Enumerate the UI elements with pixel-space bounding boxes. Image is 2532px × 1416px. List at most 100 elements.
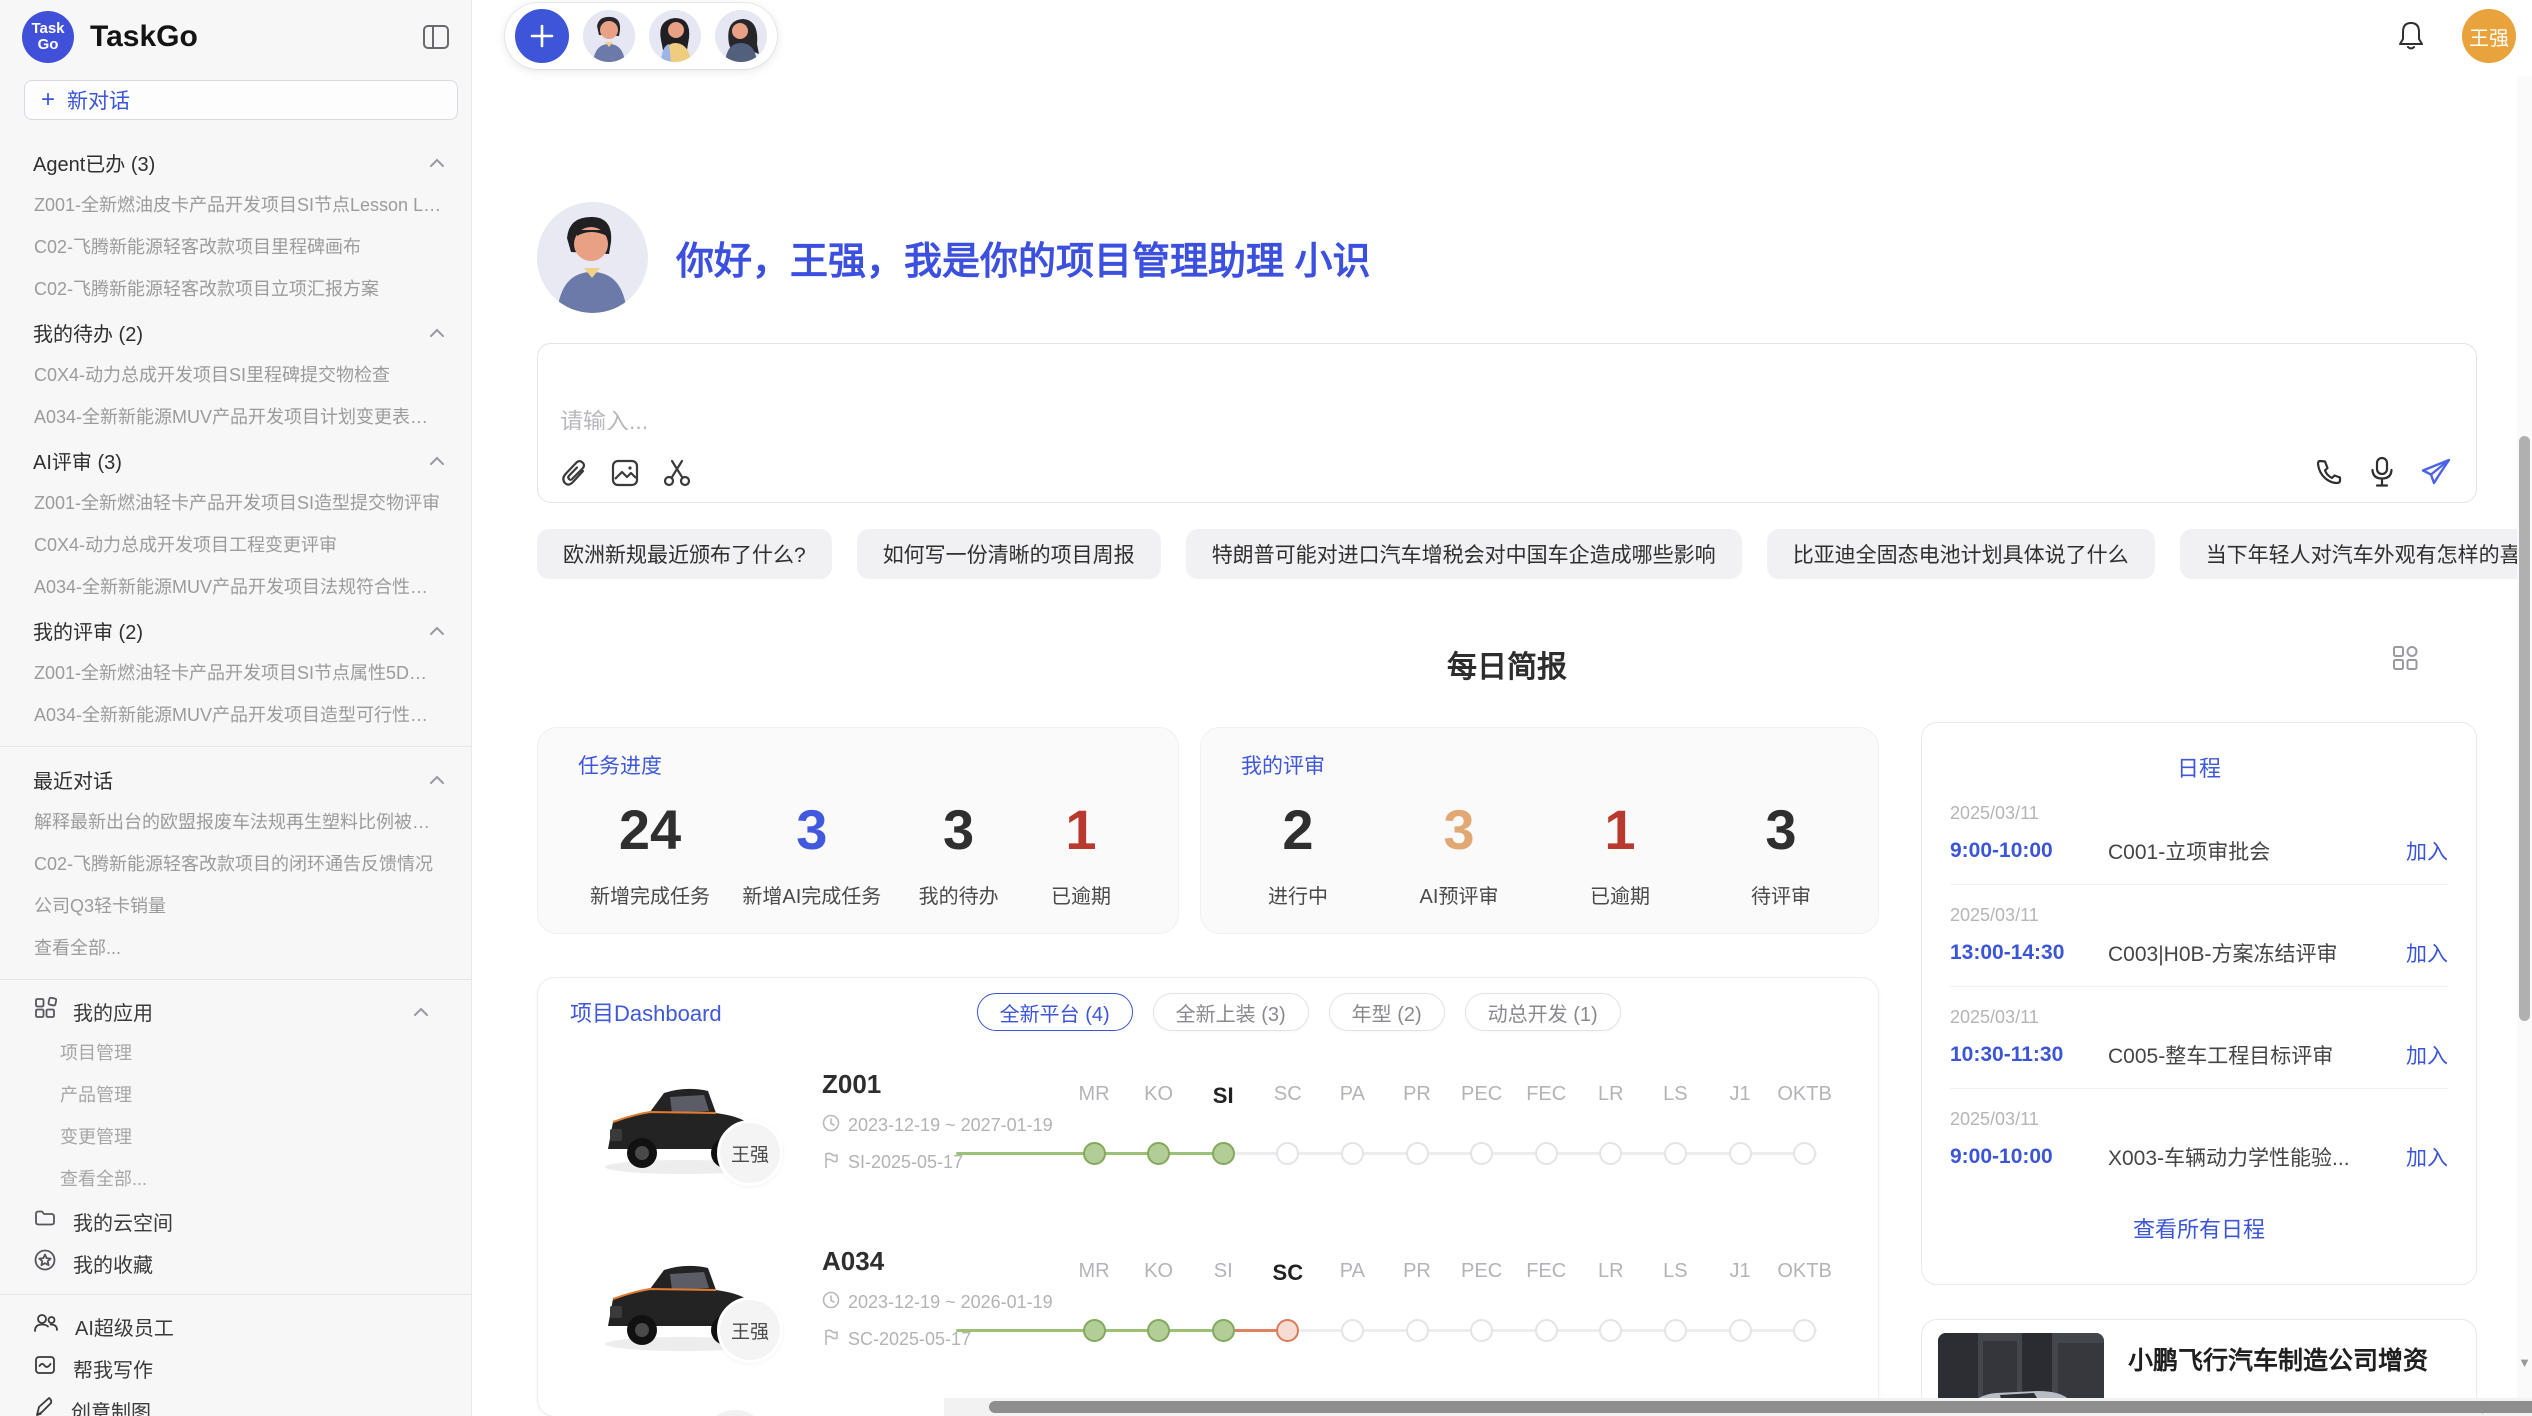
sidebar-tool-item[interactable]: 帮我写作 — [0, 1347, 471, 1389]
sidebar-task-item[interactable]: C0X4-动力总成开发项目工程变更评审 — [0, 524, 471, 566]
sidebar-tool-item[interactable]: AI超级员工 — [0, 1305, 471, 1347]
milestone-node[interactable] — [1083, 1142, 1106, 1165]
chevron-up-icon[interactable] — [429, 619, 445, 642]
microphone-icon[interactable] — [2370, 456, 2394, 488]
stat-value: 1 — [1036, 794, 1126, 866]
sidebar-task-item[interactable]: C0X4-动力总成开发项目SI里程碑提交物检查 — [0, 354, 471, 396]
sidebar-task-item[interactable]: C02-飞腾新能源轻客改款项目里程碑画布 — [0, 226, 471, 268]
sidebar-section-header[interactable]: 我的评审 (2) — [0, 608, 471, 652]
suggestion-chip[interactable]: 当下年轻人对汽车外观有怎样的喜好趋势 — [2180, 529, 2532, 579]
sidebar-section-header[interactable]: 我的待办 (2) — [0, 310, 471, 354]
sidebar-app-item[interactable]: 项目管理 — [0, 1032, 471, 1074]
milestone-node[interactable] — [1470, 1142, 1493, 1165]
schedule-join-link[interactable]: 加入 — [2406, 836, 2448, 866]
image-icon[interactable] — [610, 458, 640, 488]
project-filter-tab[interactable]: 年型 (2) — [1329, 993, 1445, 1031]
send-icon[interactable] — [2420, 457, 2452, 487]
milestone-node[interactable] — [1793, 1319, 1816, 1342]
schedule-join-link[interactable]: 加入 — [2406, 938, 2448, 968]
scroll-down-arrow-icon[interactable]: ▼ — [2518, 1355, 2531, 1370]
scissors-icon[interactable] — [662, 458, 692, 488]
scroll-right-arrow-icon[interactable]: ▶ — [2482, 1400, 2492, 1416]
view-all-schedule-link[interactable]: 查看所有日程 — [1950, 1212, 2448, 1244]
sidebar-tool-item[interactable]: 创意制图 — [0, 1389, 471, 1416]
sidebar-item-cloud-folder[interactable]: 我的云空间 — [0, 1200, 471, 1242]
new-session-button[interactable] — [515, 9, 569, 63]
layout-grid-icon[interactable] — [2391, 644, 2419, 677]
schedule-join-link[interactable]: 加入 — [2406, 1040, 2448, 1070]
project-filter-tab[interactable]: 全新上装 (3) — [1153, 993, 1309, 1031]
sidebar-task-item[interactable]: C02-飞腾新能源轻客改款项目立项汇报方案 — [0, 268, 471, 310]
attach-icon[interactable] — [560, 458, 588, 488]
suggestion-chip[interactable]: 如何写一份清晰的项目周报 — [857, 529, 1161, 579]
milestone-node[interactable] — [1341, 1319, 1364, 1342]
stat-value: 24 — [590, 794, 710, 866]
milestone-node[interactable] — [1535, 1319, 1558, 1342]
sidebar-section-header[interactable]: AI评审 (3) — [0, 438, 471, 482]
sidebar-item-my-apps[interactable]: 我的应用 — [0, 990, 471, 1032]
milestone-node[interactable] — [1406, 1142, 1429, 1165]
greeting-text: 你好，王强，我是你的项目管理助理 小识 — [676, 230, 1371, 285]
project-filter-tab[interactable]: 动总开发 (1) — [1465, 993, 1621, 1031]
milestone-node[interactable] — [1147, 1319, 1170, 1342]
sidebar-recent-item[interactable]: 公司Q3轻卡销量 — [0, 885, 471, 927]
user-avatar[interactable]: 王强 — [2462, 9, 2516, 63]
milestone-node[interactable] — [1341, 1142, 1364, 1165]
sidebar-item-star-badge[interactable]: 我的收藏 — [0, 1242, 471, 1284]
vertical-scrollbar[interactable]: ▼ — [2517, 76, 2532, 1398]
chevron-up-icon[interactable] — [429, 151, 445, 174]
suggestion-chip[interactable]: 欧洲新规最近颁布了什么? — [537, 529, 832, 579]
phone-call-icon[interactable] — [2314, 457, 2344, 487]
milestone-node[interactable] — [1406, 1319, 1429, 1342]
milestone-node[interactable] — [1729, 1319, 1752, 1342]
sidebar-collapse-icon[interactable] — [421, 22, 451, 52]
sidebar-recent-item[interactable]: 解释最新出台的欧盟报废车法规再生塑料比例被调至15%... — [0, 801, 471, 843]
sidebar-section-header[interactable]: Agent已办 (3) — [0, 140, 471, 184]
milestone-node[interactable] — [1664, 1319, 1687, 1342]
milestone-node[interactable] — [1276, 1319, 1299, 1342]
milestone-node[interactable] — [1147, 1142, 1170, 1165]
sidebar-app-item[interactable]: 产品管理 — [0, 1074, 471, 1116]
sidebar-body: Agent已办 (3)Z001-全新燃油皮卡产品开发项目SI节点Lesson L… — [0, 120, 471, 1416]
notifications-bell-icon[interactable] — [2396, 19, 2426, 53]
milestone-node[interactable] — [1729, 1142, 1752, 1165]
chat-input[interactable] — [538, 344, 2476, 430]
chevron-up-icon[interactable] — [429, 321, 445, 344]
horizontal-scrollbar-thumb[interactable] — [989, 1401, 2532, 1413]
new-chat-button[interactable]: + 新对话 — [24, 80, 458, 120]
horizontal-scrollbar[interactable]: ▶ — [944, 1398, 2532, 1416]
sidebar-recent-item[interactable]: C02-飞腾新能源轻客改款项目的闭环通告反馈情况 — [0, 843, 471, 885]
milestone-node[interactable] — [1212, 1142, 1235, 1165]
milestone-node[interactable] — [1535, 1142, 1558, 1165]
stat-value: 2 — [1253, 794, 1343, 866]
vertical-scrollbar-thumb[interactable] — [2519, 436, 2530, 1021]
session-avatar-3[interactable] — [715, 10, 767, 62]
suggestion-chip[interactable]: 比亚迪全固态电池计划具体说了什么 — [1767, 529, 2155, 579]
sidebar-recent-header[interactable]: 最近对话 — [0, 757, 471, 801]
sidebar-task-item[interactable]: A034-全新新能源MUV产品开发项目计划变更表编写 — [0, 396, 471, 438]
milestone-node[interactable] — [1599, 1319, 1622, 1342]
milestone-node[interactable] — [1599, 1142, 1622, 1165]
milestone-node[interactable] — [1083, 1319, 1106, 1342]
milestone-node[interactable] — [1664, 1142, 1687, 1165]
sidebar-task-item[interactable]: Z001-全新燃油皮卡产品开发项目SI节点Lesson Learn报告 — [0, 184, 471, 226]
sidebar-task-item[interactable]: A034-全新新能源MUV产品开发项目造型可行性评审 — [0, 694, 471, 736]
suggestion-chip[interactable]: 特朗普可能对进口汽车增税会对中国车企造成哪些影响 — [1186, 529, 1742, 579]
milestone-node[interactable] — [1793, 1142, 1816, 1165]
sidebar-recent-item[interactable]: 查看全部... — [0, 927, 471, 969]
sidebar-task-item[interactable]: A034-全新新能源MUV产品开发项目法规符合性评审 — [0, 566, 471, 608]
sidebar-task-item[interactable]: Z001-全新燃油轻卡产品开发项目SI节点属性5D文件评审 — [0, 652, 471, 694]
sidebar-task-item[interactable]: Z001-全新燃油轻卡产品开发项目SI造型提交物评审 — [0, 482, 471, 524]
session-avatar-2[interactable] — [649, 10, 701, 62]
milestone-node[interactable] — [1276, 1142, 1299, 1165]
project-filter-tab[interactable]: 全新平台 (4) — [977, 993, 1133, 1031]
chevron-up-icon[interactable] — [413, 1000, 445, 1023]
chevron-up-icon[interactable] — [429, 449, 445, 472]
sidebar-app-item[interactable]: 查看全部... — [0, 1158, 471, 1200]
milestone-node[interactable] — [1212, 1319, 1235, 1342]
session-avatar-1[interactable] — [583, 10, 635, 62]
sidebar-app-item[interactable]: 变更管理 — [0, 1116, 471, 1158]
milestone-node[interactable] — [1470, 1319, 1493, 1342]
chevron-up-icon[interactable] — [429, 768, 445, 791]
schedule-join-link[interactable]: 加入 — [2406, 1142, 2448, 1172]
